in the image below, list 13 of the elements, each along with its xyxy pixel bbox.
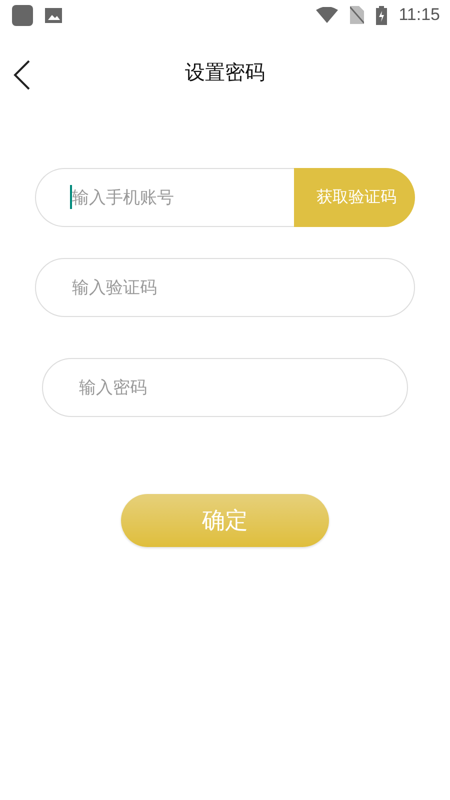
confirm-button[interactable]: 确定 <box>121 494 329 547</box>
image-icon <box>45 8 62 22</box>
input-field[interactable]: 输入密码 <box>42 358 408 417</box>
input-field[interactable]: 输入验证码 <box>35 258 415 317</box>
battery-icon <box>376 6 387 24</box>
wifi-icon <box>316 7 338 23</box>
input-field[interactable]: 输入手机账号 <box>35 168 294 227</box>
back-icon[interactable] <box>12 60 32 90</box>
no-sim-icon <box>350 6 364 24</box>
page-title: 设置密码 <box>185 58 265 86</box>
get-code-button[interactable]: 获取验证码 <box>294 168 415 227</box>
status-time: 11:15 <box>398 5 440 25</box>
app-notification-icon <box>12 4 33 26</box>
